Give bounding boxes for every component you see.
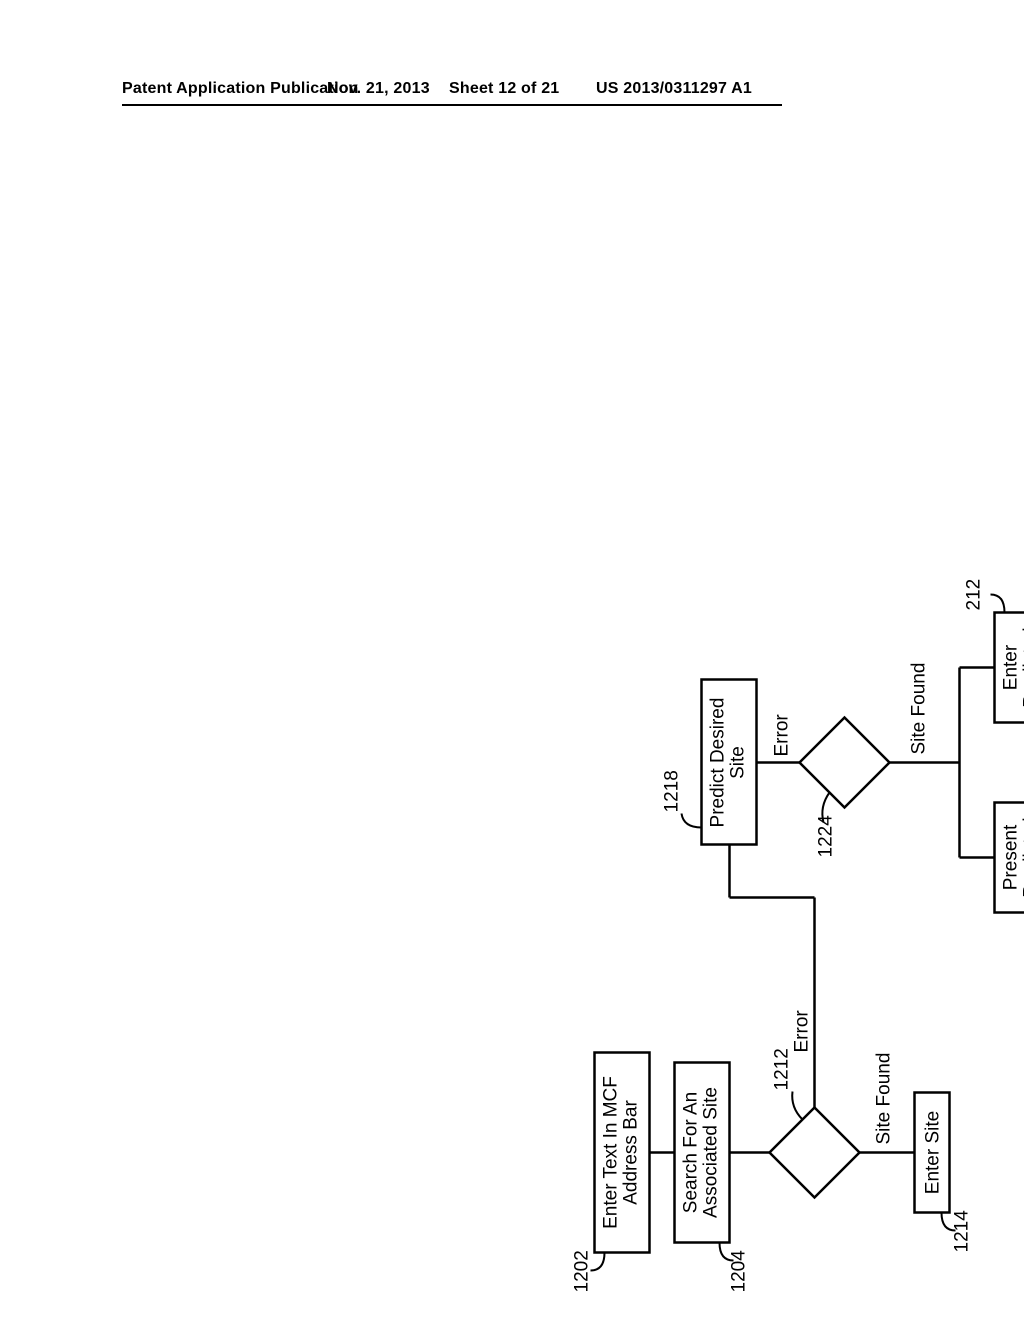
enter-pred-line2: Predicted bbox=[1021, 627, 1024, 707]
step-search-associated: Search For An Associated Site bbox=[675, 1063, 730, 1243]
step-predict-line2: Site bbox=[728, 746, 749, 779]
enter-pred-line1: Enter bbox=[1001, 644, 1022, 690]
header-date: Nov. 21, 2013 bbox=[327, 80, 430, 98]
step-search-line2: Associated Site bbox=[701, 1087, 722, 1218]
ref-1224: 1224 bbox=[816, 815, 837, 858]
step-predict-line1: Predict Desired bbox=[708, 698, 729, 828]
step-enter-text-line1: Enter Text In MCF bbox=[601, 1076, 622, 1229]
ref-1214: 1214 bbox=[952, 1210, 973, 1253]
d1212-error-label: Error bbox=[792, 1010, 813, 1053]
header-rule bbox=[122, 104, 782, 106]
decision-1212 bbox=[770, 1108, 860, 1198]
ref-1204: 1204 bbox=[729, 1250, 750, 1293]
present-line1: Present bbox=[1001, 824, 1022, 890]
step-enter-text: Enter Text In MCF Address Bar bbox=[595, 1053, 650, 1253]
flowchart: Enter Text In MCF Address Bar 1202 Searc… bbox=[580, 593, 1024, 1293]
header-pubno: US 2013/0311297 A1 bbox=[596, 80, 752, 98]
step-enter-site-label: Enter Site bbox=[923, 1111, 944, 1194]
step-predict-desired: Predict Desired Site bbox=[702, 680, 757, 845]
ref-212-enter: 212 bbox=[964, 579, 985, 611]
d1212-found-label: Site Found bbox=[874, 1053, 895, 1145]
decision-1224 bbox=[800, 718, 890, 808]
step-present-predicted: Present Predicted Site bbox=[995, 803, 1024, 913]
ref-1202: 1202 bbox=[572, 1250, 593, 1292]
d1224-error-label: Error bbox=[772, 714, 793, 757]
step-enter-predicted: Enter Predicted Site bbox=[995, 613, 1024, 723]
ref-1218: 1218 bbox=[662, 770, 683, 812]
d1224-found-label: Site Found bbox=[909, 663, 930, 755]
present-line2: Predicted bbox=[1021, 817, 1024, 897]
header-publication: Patent Application Publication bbox=[122, 80, 359, 98]
step-enter-site: Enter Site bbox=[915, 1093, 950, 1213]
header-sheet: Sheet 12 of 21 bbox=[449, 80, 559, 98]
step-enter-text-line2: Address Bar bbox=[621, 1100, 642, 1205]
step-search-line1: Search For An bbox=[681, 1092, 702, 1213]
ref-1212: 1212 bbox=[772, 1048, 793, 1090]
